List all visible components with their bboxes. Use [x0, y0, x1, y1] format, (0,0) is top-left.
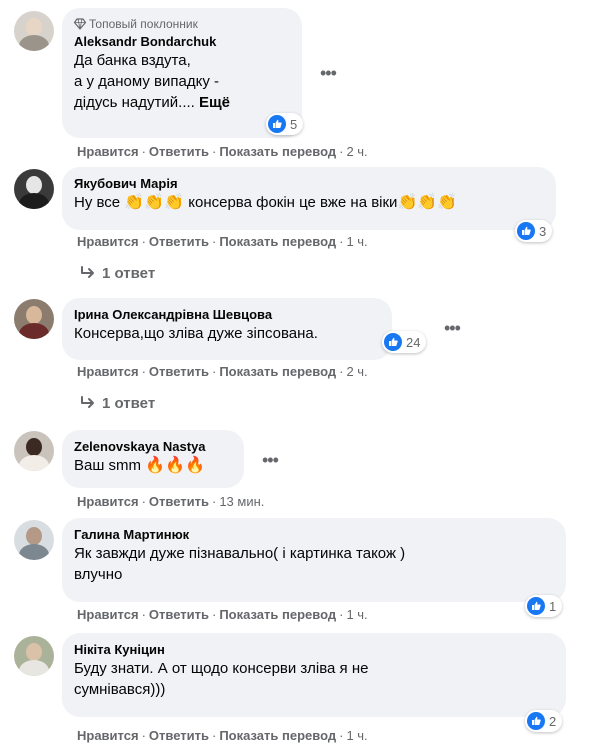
comment-time[interactable]: 13 мин.: [219, 494, 264, 509]
clapping-hands-emoji: 👏👏👏: [397, 194, 458, 211]
reaction-count[interactable]: 5: [266, 113, 304, 135]
show-translation-link[interactable]: Показать перевод: [219, 607, 336, 622]
show-translation-link[interactable]: Показать перевод: [219, 144, 336, 159]
avatar[interactable]: [14, 11, 54, 51]
like-link[interactable]: Нравится: [77, 494, 139, 509]
like-link[interactable]: Нравится: [77, 364, 139, 379]
comment-bubble: Якубович Марія Ну все 👏👏👏 консерва фокін…: [62, 167, 556, 230]
comment-actions: Нравится · Ответить · Показать перевод · 1 ч.: [77, 234, 368, 249]
reply-arrow-icon: [81, 266, 94, 278]
comment-line: сумнівався))): [74, 681, 166, 698]
comment-text-part: Ну все: [74, 194, 125, 211]
reaction-count[interactable]: 1: [525, 595, 563, 617]
reaction-count[interactable]: 24: [382, 331, 427, 353]
comment-text: Ваш smm 🔥🔥🔥: [74, 455, 232, 476]
reply-link[interactable]: Ответить: [149, 234, 209, 249]
reaction-count[interactable]: 2: [525, 710, 563, 732]
comment-text: Буду знати. А от щодо консерви зліва я н…: [74, 658, 554, 700]
comment-line: Да банка вздута,: [74, 52, 191, 69]
comment-text-part: консерва фокін це вже на віки: [184, 194, 398, 211]
comment-author[interactable]: Aleksandr Bondarchuk: [74, 33, 290, 50]
comment-bubble: Галина Мартинюк Як завжди дуже пізнаваль…: [62, 518, 566, 602]
comment-time[interactable]: 1 ч.: [346, 234, 367, 249]
reaction-number: 5: [290, 116, 298, 132]
reaction-count[interactable]: 3: [515, 220, 553, 242]
comment-text: Да банка вздута, а у даному випадку - ді…: [74, 50, 290, 113]
more-horizontal-icon[interactable]: •••: [262, 451, 279, 469]
comment-author[interactable]: Ірина Олександрівна Шевцова: [74, 306, 380, 323]
comment-bubble: Zelenovskaya Nastya Ваш smm 🔥🔥🔥: [62, 430, 244, 488]
comment-actions: Нравится · Ответить · Показать перевод · 2 ч.: [77, 364, 368, 379]
comment-text-part: Ваш smm: [74, 457, 146, 474]
comment-line: влучно: [74, 566, 123, 583]
comment-time[interactable]: 1 ч.: [346, 607, 367, 622]
more-horizontal-icon[interactable]: •••: [320, 64, 337, 82]
reaction-number: 24: [406, 334, 421, 350]
reaction-number: 2: [549, 713, 557, 729]
avatar[interactable]: [14, 520, 54, 560]
fire-emoji: 🔥🔥🔥: [145, 457, 205, 474]
avatar[interactable]: [14, 169, 54, 209]
comment-bubble: Нікіта Куніцин Буду знати. А от щодо кон…: [62, 633, 566, 717]
reaction-number: 3: [539, 223, 547, 239]
reply-link[interactable]: Ответить: [149, 364, 209, 379]
show-translation-link[interactable]: Показать перевод: [219, 364, 336, 379]
clapping-hands-emoji: 👏👏👏: [124, 194, 185, 211]
show-translation-link[interactable]: Показать перевод: [219, 728, 336, 743]
view-replies-link[interactable]: 1 ответ: [80, 393, 155, 413]
comment-text: Ну все 👏👏👏 консерва фокін це вже на віки…: [74, 192, 544, 213]
like-link[interactable]: Нравится: [77, 728, 139, 743]
comment-author[interactable]: Zelenovskaya Nastya: [74, 438, 232, 455]
comment-text: Як завжди дуже пізнавально( і картинка т…: [74, 543, 554, 585]
see-more-link[interactable]: Ещё: [199, 94, 230, 111]
thumbs-up-icon: [527, 597, 545, 615]
more-horizontal-icon[interactable]: •••: [444, 319, 461, 337]
comment-actions: Нравится · Ответить · Показать перевод · 2 ч.: [77, 144, 368, 159]
comment-bubble: Ірина Олександрівна Шевцова Консерва,що …: [62, 298, 392, 360]
comment-actions: Нравится · Ответить · Показать перевод · 1 ч.: [77, 607, 368, 622]
replies-count: 1 ответ: [102, 394, 156, 412]
reply-link[interactable]: Ответить: [149, 494, 209, 509]
top-fan-label: Топовый поклонник: [89, 17, 198, 31]
comment-actions: Нравится · Ответить · 13 мин.: [77, 494, 265, 509]
reply-link[interactable]: Ответить: [149, 728, 209, 743]
like-link[interactable]: Нравится: [77, 144, 139, 159]
comment-time[interactable]: 1 ч.: [346, 728, 367, 743]
avatar[interactable]: [14, 636, 54, 676]
comment-author[interactable]: Нікіта Куніцин: [74, 641, 554, 658]
diamond-badge-icon: [73, 18, 87, 30]
reply-arrow-icon: [81, 396, 94, 408]
comment-line: дідусь надутий.... Ещё: [74, 92, 290, 113]
comment-author[interactable]: Галина Мартинюк: [74, 526, 554, 543]
show-translation-link[interactable]: Показать перевод: [219, 234, 336, 249]
top-fan-badge: Топовый поклонник: [73, 16, 290, 32]
comment-line: Буду знати. А от щодо консерви зліва я н…: [74, 660, 369, 677]
comment-actions: Нравится · Ответить · Показать перевод · 1 ч.: [77, 728, 368, 743]
comment-time[interactable]: 2 ч.: [346, 364, 367, 379]
reply-link[interactable]: Ответить: [149, 607, 209, 622]
avatar[interactable]: [14, 431, 54, 471]
reply-link[interactable]: Ответить: [149, 144, 209, 159]
comment-text: Консерва,що зліва дуже зіпсована.: [74, 325, 318, 342]
comment-time[interactable]: 2 ч.: [346, 144, 367, 159]
thumbs-up-icon: [384, 333, 402, 351]
avatar[interactable]: [14, 299, 54, 339]
comment-line: Як завжди дуже пізнавально( і картинка т…: [74, 545, 406, 562]
thumbs-up-icon: [268, 115, 286, 133]
thumbs-up-icon: [527, 712, 545, 730]
comment-line-text: дідусь надутий....: [74, 94, 195, 111]
view-replies-link[interactable]: 1 ответ: [80, 263, 155, 283]
reaction-number: 1: [549, 598, 557, 614]
like-link[interactable]: Нравится: [77, 234, 139, 249]
like-link[interactable]: Нравится: [77, 607, 139, 622]
comment-author[interactable]: Якубович Марія: [74, 175, 544, 192]
comment-line: а у даному випадку -: [74, 73, 220, 90]
replies-count: 1 ответ: [102, 264, 156, 282]
thumbs-up-icon: [517, 222, 535, 240]
